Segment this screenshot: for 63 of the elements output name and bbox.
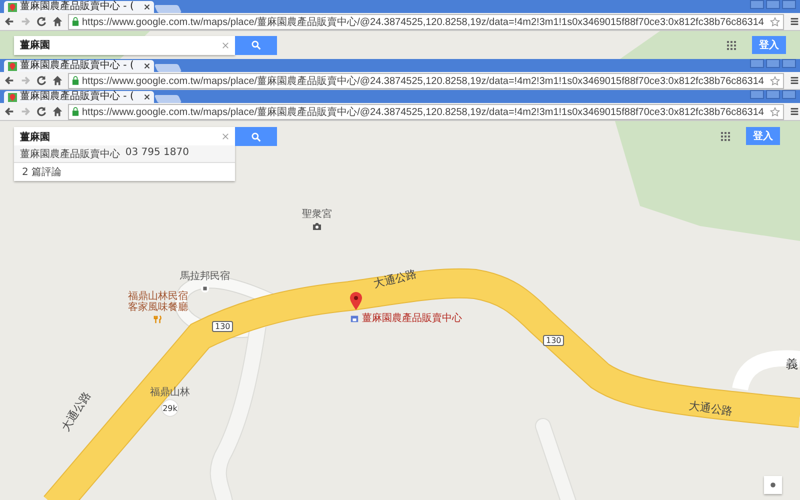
home-icon[interactable]	[52, 106, 63, 117]
place-dot-icon[interactable]	[200, 284, 210, 293]
close-icon[interactable]	[144, 94, 150, 100]
clear-icon[interactable]	[222, 133, 229, 140]
place-label: 義	[786, 359, 798, 370]
place-name[interactable]: 薑麻園農產品販賣中心	[20, 147, 120, 161]
reload-icon[interactable]	[36, 75, 47, 86]
search-icon	[251, 132, 261, 142]
clear-icon[interactable]	[222, 42, 229, 48]
reload-icon[interactable]	[36, 16, 47, 27]
apps-grid-icon[interactable]	[727, 40, 736, 50]
place-label: 福鼎山林	[150, 387, 190, 398]
apps-grid-icon[interactable]	[721, 132, 730, 140]
place-label: 聖衆宮	[302, 209, 332, 220]
reviews-link[interactable]: 2 篇評論	[14, 163, 235, 181]
home-icon[interactable]	[52, 75, 63, 86]
location-icon	[769, 481, 777, 489]
minor-road	[732, 350, 800, 391]
route-shield: 130	[212, 321, 234, 332]
address-bar[interactable]: https://www.google.com.tw/maps/place/薑麻園農產品販賣中心/@24.3874525,120.8258,19z/data=!4m2!3m1!1s0x3469015f88f70ce3:0x812fc38b76c86314	[68, 104, 784, 120]
place-badge[interactable]: 29k	[162, 400, 178, 416]
map-marker-icon[interactable]	[350, 292, 362, 310]
place-label: 馬拉邦民宿	[180, 271, 230, 282]
star-icon[interactable]	[770, 16, 780, 26]
menu-icon[interactable]	[788, 106, 800, 117]
close-icon[interactable]	[144, 63, 150, 69]
star-icon[interactable]	[770, 106, 780, 116]
lock-icon	[72, 107, 79, 116]
lock-icon	[72, 17, 79, 26]
browser-tab[interactable]: 薑麻園農產品販賣中心 - (	[4, 91, 154, 103]
place-label: 福鼎山林民宿客家風味餐廳	[128, 291, 188, 313]
road-label: 大通公路	[372, 266, 418, 292]
camera-icon[interactable]	[312, 222, 322, 231]
close-icon[interactable]	[144, 4, 150, 10]
my-location-button[interactable]	[764, 476, 782, 494]
lock-icon	[72, 76, 79, 85]
home-icon[interactable]	[52, 16, 63, 27]
back-icon[interactable]	[4, 16, 15, 27]
search-field[interactable]: 薑麻園	[14, 36, 235, 54]
back-icon[interactable]	[4, 106, 15, 117]
marker-label[interactable]: 薑麻園農產品販賣中心	[362, 311, 462, 325]
phone-number: 03 795 1870	[125, 147, 189, 160]
browser-tab[interactable]: 薑麻園農產品販賣中心 - (	[4, 60, 154, 72]
star-icon[interactable]	[770, 76, 780, 86]
address-bar[interactable]: https://www.google.com.tw/maps/place/薑麻園農產品販賣中心/@24.3874525,120.8258,19z/data=!4m2!3m1!1s0x3469015f88f70ce3:0x812fc38b76c86314	[68, 72, 784, 88]
search-button[interactable]	[235, 36, 277, 54]
map-pin-icon	[8, 62, 17, 70]
address-bar[interactable]: https://www.google.com.tw/maps/place/薑麻園農產品販賣中心/@24.3874525,120.8258,19z/data=!4m2!3m1!1s0x3469015f88f70ce3:0x812fc38b76c86314	[68, 14, 784, 30]
browser-tab[interactable]: 薑麻園農產品販賣中心 - (	[4, 1, 154, 13]
reload-icon[interactable]	[36, 106, 47, 117]
map-pin-icon	[8, 2, 17, 12]
road-label: 大通公路	[58, 388, 94, 434]
search-button[interactable]	[235, 127, 277, 146]
menu-icon[interactable]	[788, 75, 800, 86]
map-pin-icon	[8, 92, 17, 102]
road-label: 大通公路	[688, 398, 734, 419]
menu-icon[interactable]	[788, 16, 800, 27]
map[interactable]: 薑麻園 薑麻園農產品販賣中心 03 795 1870 2 篇評論 登入 聖衆宮 馬拉邦民宿 福鼎山林民宿客家風味餐廳 福鼎山林 29k 義 大通公路 大通公路 大通公路 130 130 薑麻園農產品販賣中心	[0, 121, 800, 500]
route-shield: 130	[543, 335, 564, 346]
search-icon	[251, 40, 261, 50]
shop-icon	[350, 314, 359, 322]
search-field[interactable]: 薑麻園	[14, 127, 235, 146]
back-icon[interactable]	[4, 75, 15, 86]
